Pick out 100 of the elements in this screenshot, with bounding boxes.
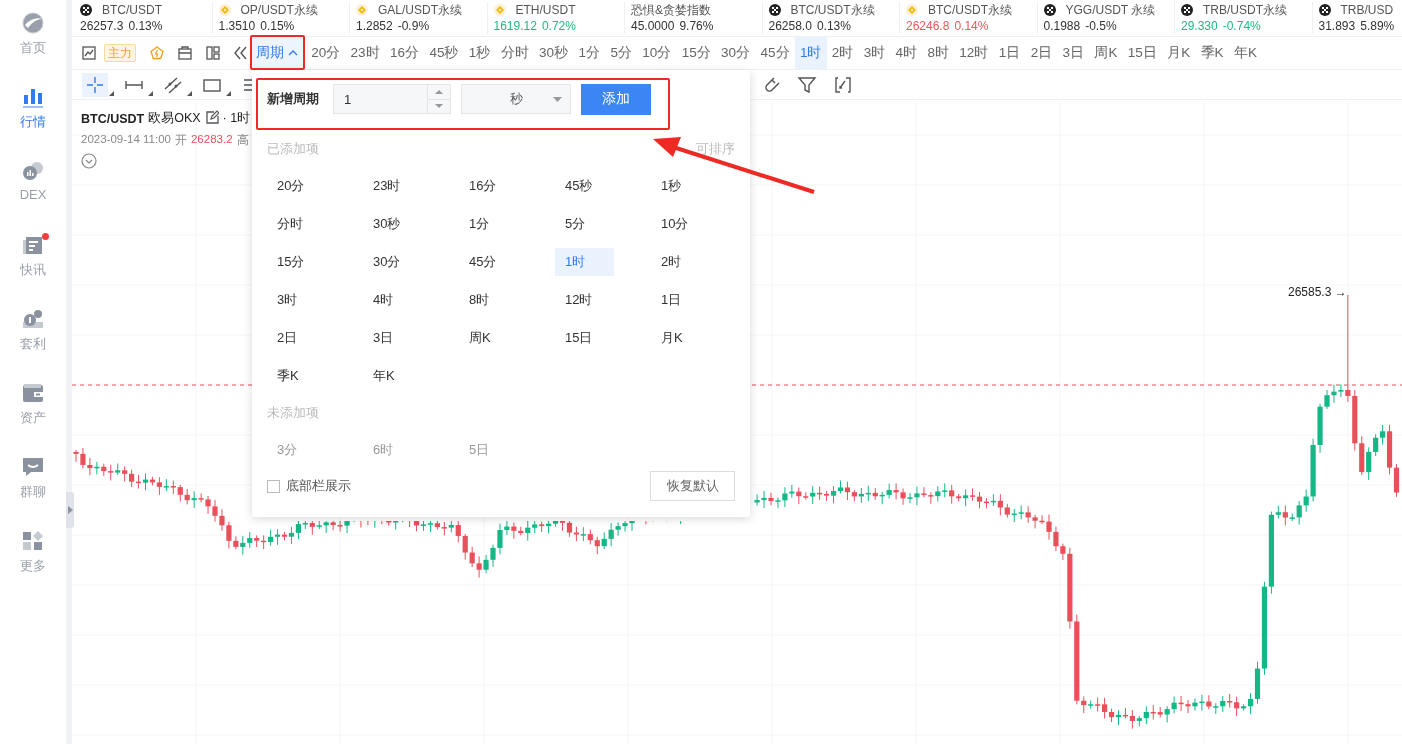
- reset-icon: [833, 74, 853, 95]
- period-tab[interactable]: 分时: [495, 37, 534, 69]
- period-option[interactable]: 1秒: [651, 172, 692, 200]
- period-tab[interactable]: 季K: [1195, 37, 1229, 69]
- period-tab[interactable]: 20分: [306, 37, 346, 69]
- period-option[interactable]: 季K: [267, 362, 309, 390]
- period-button[interactable]: 周期: [251, 37, 303, 69]
- checker-icon: [80, 4, 92, 16]
- period-option[interactable]: 15日: [555, 324, 603, 352]
- high-label: 高: [236, 133, 249, 148]
- peak-price-label: 26585.3 →: [1288, 285, 1347, 299]
- globe-icon: [22, 12, 44, 34]
- period-option[interactable]: 2时: [651, 248, 692, 276]
- period-tab[interactable]: 1时: [794, 37, 827, 69]
- period-option[interactable]: 周K: [459, 324, 501, 352]
- period-option[interactable]: 30分: [363, 248, 411, 276]
- ticker-item[interactable]: BTC/USDT永续 26246.8 0.14%: [899, 2, 1037, 34]
- period-option[interactable]: 20分: [267, 172, 315, 200]
- period-option[interactable]: 2日: [267, 324, 308, 352]
- period-tab[interactable]: 23时: [345, 37, 385, 69]
- period-tab[interactable]: 45秒: [424, 37, 464, 69]
- caret-up-icon: [288, 49, 298, 57]
- caret-up-icon: [435, 88, 443, 95]
- period-tab[interactable]: 30分: [715, 37, 756, 69]
- period-tab[interactable]: 年K: [1228, 37, 1263, 69]
- period-tab[interactable]: 月K: [1162, 37, 1196, 69]
- briefcase-icon: [178, 46, 192, 60]
- wallet-icon: [22, 382, 44, 404]
- period-option[interactable]: 45分: [459, 248, 507, 276]
- bottom-bar-checkbox[interactable]: 底部栏展示: [267, 477, 351, 495]
- line-chart-icon: [82, 46, 96, 60]
- period-option[interactable]: 12时: [555, 286, 603, 314]
- period-tab[interactable]: 10分: [637, 37, 677, 69]
- ticker-item[interactable]: YGG/USDT 永续 0.1988 -0.5%: [1036, 2, 1174, 34]
- corner-triangle-icon: [226, 90, 231, 96]
- unit-select[interactable]: 秒: [461, 84, 571, 114]
- diamond-icon: [218, 4, 231, 16]
- period-option[interactable]: 5分: [555, 210, 596, 238]
- period-tab[interactable]: 4时: [890, 37, 923, 69]
- period-tab[interactable]: 12时: [954, 37, 994, 69]
- period-tab[interactable]: 2日: [1025, 37, 1058, 69]
- period-tab[interactable]: 1分: [573, 37, 606, 69]
- period-option[interactable]: 1日: [651, 286, 692, 314]
- period-option[interactable]: 3日: [363, 324, 404, 352]
- period-option[interactable]: 15分: [267, 248, 315, 276]
- ticker-item[interactable]: ETH/USDT 1619.12 0.72%: [486, 2, 624, 34]
- period-tab[interactable]: 1日: [993, 37, 1026, 69]
- ticker-item[interactable]: 恐惧&贪婪指数 45.0000 9.76%: [624, 2, 762, 34]
- period-tab[interactable]: 16分: [384, 37, 425, 69]
- bar-chart-icon: [22, 86, 44, 108]
- collapse-handle[interactable]: [66, 492, 74, 528]
- candle-date: 2023-09-14 11:00: [81, 133, 171, 147]
- period-option[interactable]: 分时: [267, 210, 313, 238]
- period-tab[interactable]: 30秒: [533, 37, 574, 69]
- period-option[interactable]: 16分: [459, 172, 507, 200]
- period-tab[interactable]: 3日: [1057, 37, 1090, 69]
- ticker-item[interactable]: OP/USDT永续 1.3510 0.15%: [211, 2, 349, 34]
- period-tab[interactable]: 5分: [605, 37, 638, 69]
- period-option[interactable]: 1分: [459, 210, 500, 238]
- period-tab[interactable]: 45分: [755, 37, 795, 69]
- count-field[interactable]: 1: [333, 84, 427, 114]
- sidebar-item[interactable]: 行情: [5, 82, 61, 156]
- period-tab[interactable]: 3时: [858, 37, 891, 69]
- period-option[interactable]: 30秒: [363, 210, 411, 238]
- ticker-item[interactable]: BTC/USDT永续 26258.0 0.13%: [761, 2, 899, 34]
- period-tab[interactable]: 2时: [826, 37, 859, 69]
- field-label: 新增周期: [267, 90, 320, 108]
- checker-icon: [768, 4, 781, 16]
- ticker-item[interactable]: TRB/USD 31.893 5.89%: [1311, 2, 1402, 34]
- period-tab[interactable]: 15日: [1122, 37, 1163, 69]
- period-tab[interactable]: 1秒: [463, 37, 496, 69]
- chevron-circle-icon: [81, 153, 97, 169]
- period-option[interactable]: 10分: [651, 210, 699, 238]
- pentagon-bolt-icon: [150, 46, 164, 60]
- section-heading: 已添加项: [267, 140, 319, 158]
- newspaper-icon: [22, 234, 44, 256]
- caret-right-icon: [67, 506, 73, 514]
- checker-icon: [1043, 4, 1056, 16]
- period-option[interactable]: 8时: [459, 286, 500, 314]
- reset-button[interactable]: 恢复默认: [650, 471, 735, 501]
- period-option[interactable]: 4时: [363, 286, 404, 314]
- ticker-item[interactable]: TRB/USDT永续 29.330 -0.74%: [1174, 2, 1312, 34]
- period-tab[interactable]: 8时: [922, 37, 955, 69]
- coin-icon: [22, 308, 44, 330]
- period-option[interactable]: 3时: [267, 286, 308, 314]
- parallel-lines-icon: [163, 74, 183, 95]
- add-button[interactable]: 添加: [581, 83, 651, 115]
- corner-triangle-icon: [148, 90, 153, 96]
- period-option[interactable]: 45秒: [555, 172, 603, 200]
- open-label: 开: [174, 133, 187, 148]
- ticker-item[interactable]: BTC/USDT 26257.3 0.13%: [74, 2, 212, 34]
- period-option[interactable]: 月K: [651, 324, 693, 352]
- period-option[interactable]: 23时: [363, 172, 411, 200]
- period-tab[interactable]: 15分: [676, 37, 716, 69]
- edit-button[interactable]: [204, 110, 219, 127]
- chat-bubble-icon: [22, 456, 44, 478]
- period-option[interactable]: 1时: [555, 248, 614, 276]
- period-tab[interactable]: 周K: [1089, 37, 1123, 69]
- period-option[interactable]: 年K: [363, 362, 405, 390]
- ticker-item[interactable]: GAL/USDT永续 1.2852 -0.9%: [349, 2, 487, 34]
